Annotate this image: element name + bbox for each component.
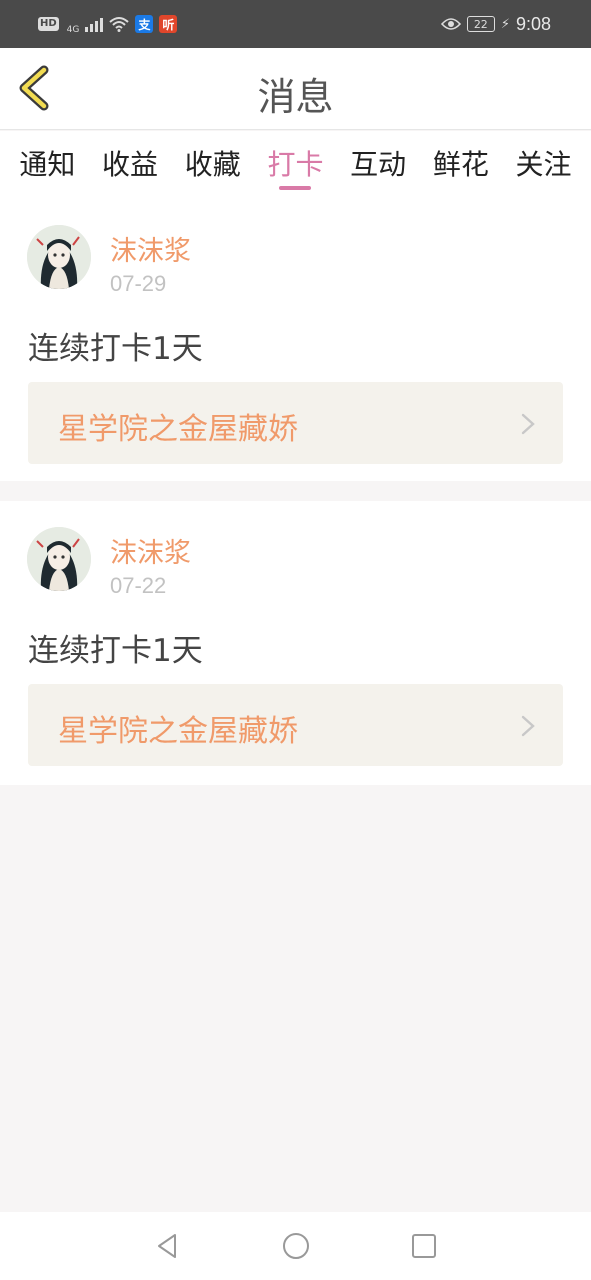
- message-text: 连续打卡1天: [28, 331, 203, 367]
- avatar[interactable]: [27, 527, 91, 591]
- user-name[interactable]: 沫沫浆: [110, 531, 191, 570]
- book-title: 星学院之金屋藏娇: [58, 412, 298, 447]
- tab-earnings[interactable]: 收益: [90, 131, 170, 199]
- charging-icon: ⚡: [500, 16, 510, 32]
- chevron-right-icon: [521, 715, 535, 737]
- avatar-image: [27, 527, 91, 591]
- ting-app-icon: 听: [159, 15, 178, 33]
- tab-favorites[interactable]: 收藏: [173, 131, 253, 199]
- tab-interaction[interactable]: 互动: [338, 131, 418, 199]
- book-link[interactable]: 星学院之金屋藏娇: [28, 382, 563, 464]
- chevron-right-icon: [521, 413, 535, 435]
- message-date: 07-22: [110, 573, 167, 598]
- message-text: 连续打卡1天: [28, 633, 203, 669]
- hd-icon: HD: [38, 17, 59, 31]
- network-type: 4G: [66, 25, 80, 35]
- message-card: 沫沫浆 07-29 连续打卡1天 星学院之金屋藏娇: [0, 199, 591, 481]
- message-card: 沫沫浆 07-22 连续打卡1天 星学院之金屋藏娇: [0, 501, 591, 785]
- book-link[interactable]: 星学院之金屋藏娇: [28, 684, 563, 766]
- battery-icon: 22: [466, 16, 495, 32]
- wifi-icon: [109, 17, 130, 32]
- book-title: 星学院之金屋藏娇: [58, 714, 298, 749]
- status-right: 22 ⚡ 9:08: [440, 13, 551, 35]
- tab-bar: 通知 收益 收藏 打卡 互动 鲜花 关注: [0, 131, 591, 199]
- alipay-icon: 支: [135, 15, 154, 33]
- status-left: HD 4G 支 听: [38, 13, 178, 35]
- user-name[interactable]: 沫沫浆: [110, 229, 191, 268]
- page-title: 消息: [257, 75, 334, 119]
- signal-icon: [85, 16, 104, 32]
- status-bar: HD 4G 支 听 22 ⚡ 9:08: [0, 0, 591, 48]
- avatar[interactable]: [27, 225, 91, 289]
- tab-flowers[interactable]: 鲜花: [421, 131, 501, 199]
- message-date: 07-29: [110, 271, 167, 296]
- system-nav-bar: [0, 1212, 591, 1280]
- header: 消息: [0, 48, 591, 130]
- tab-checkin[interactable]: 打卡: [255, 131, 335, 199]
- eye-comfort-icon: [440, 18, 461, 30]
- nav-home-icon[interactable]: [281, 1231, 311, 1261]
- avatar-image: [27, 225, 91, 289]
- nav-recents-icon[interactable]: [409, 1231, 439, 1261]
- tab-notice[interactable]: 通知: [7, 131, 87, 199]
- status-time: 9:08: [515, 13, 551, 34]
- nav-back-icon[interactable]: [153, 1231, 183, 1261]
- tab-follow[interactable]: 关注: [504, 131, 584, 199]
